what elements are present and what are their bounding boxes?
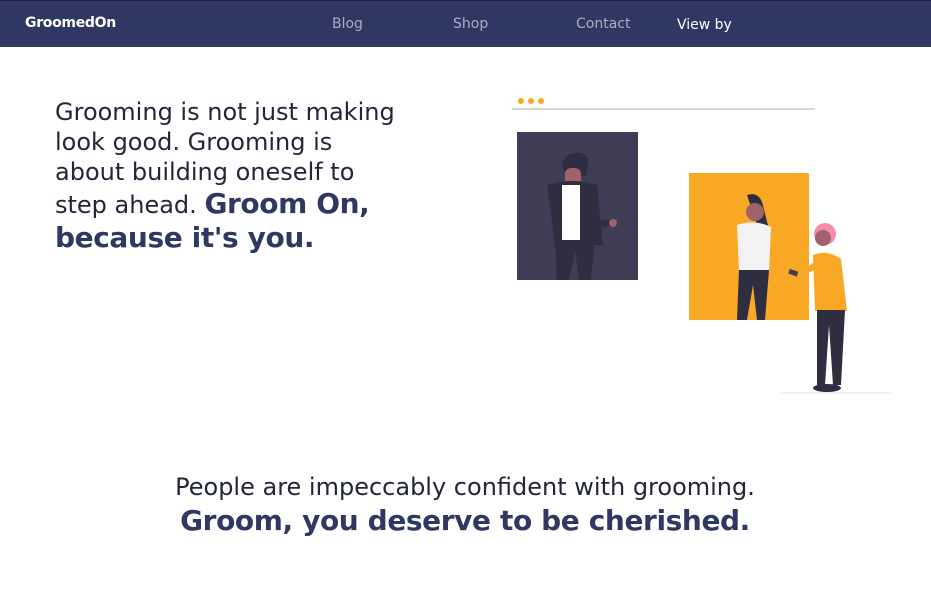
brand-logo[interactable]: GroomedOn [25, 15, 116, 31]
tagline-emphasis: Groom, you deserve to be cherished. [180, 504, 750, 537]
view-by-dropdown[interactable]: View by [677, 17, 732, 33]
woman-portrait-icon [689, 173, 809, 320]
tagline-text: People are impeccably confident with gro… [175, 473, 755, 501]
hero-illustration [512, 98, 891, 394]
tagline-heading: People are impeccably confident with gro… [160, 470, 770, 539]
hero-heading: Grooming is not just making look good. G… [55, 97, 400, 255]
nav-link-contact[interactable]: Contact [576, 16, 630, 32]
top-navbar: GroomedOn Blog Shop Contact View by [0, 0, 931, 47]
man-portrait-icon [517, 132, 638, 280]
nav-link-shop[interactable]: Shop [453, 16, 488, 32]
browser-dots-icon [518, 98, 544, 104]
nav-link-blog[interactable]: Blog [332, 16, 363, 32]
